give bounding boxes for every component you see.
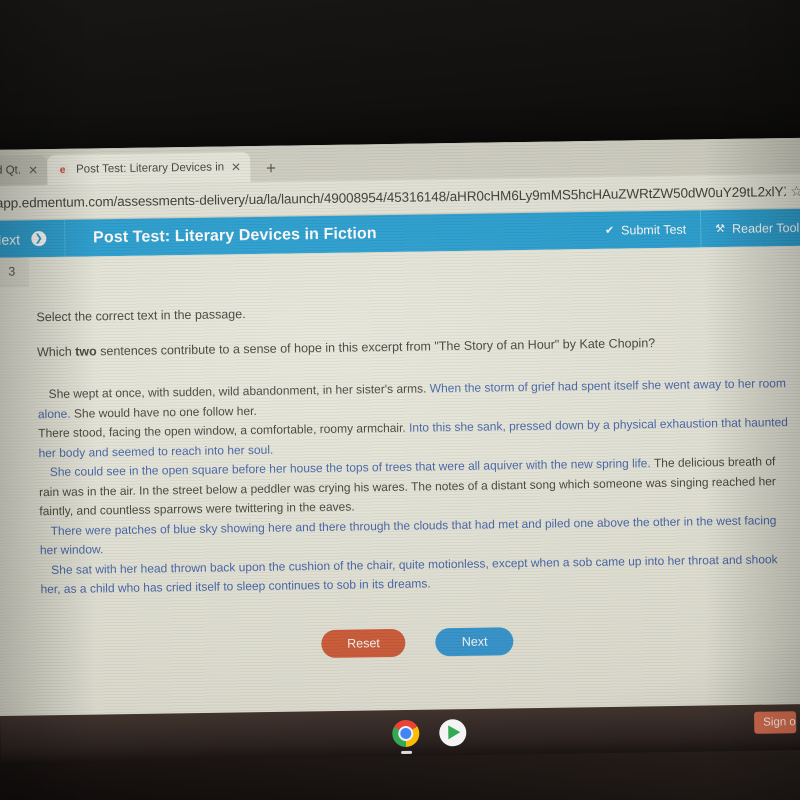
- reader-tool-label: Reader Tool: [731, 220, 800, 236]
- tab-title: Post Test: Literary Devices in Fict: [75, 161, 225, 176]
- shelf-app-icons: [392, 718, 467, 754]
- passage-plain-text: She wept at once, with sudden, wild aban…: [48, 381, 427, 402]
- question-number-badge: 3: [0, 257, 30, 287]
- chrome-icon[interactable]: [392, 719, 420, 754]
- reader-tool-button[interactable]: ⚒ Reader Tool: [699, 208, 800, 248]
- close-icon[interactable]: ✕: [28, 163, 38, 177]
- prompt-emphasis: two: [75, 344, 97, 359]
- browser-tab-inactive[interactable]: 2nd Qt. ✕: [0, 155, 48, 187]
- wrench-icon: ⚒: [715, 222, 726, 236]
- laptop-bezel-top: [0, 0, 800, 152]
- header-actions: ✔ Submit Test ⚒ Reader Tool: [591, 208, 800, 249]
- prompt-text-before: Which: [36, 344, 76, 360]
- submit-test-button[interactable]: ✔ Submit Test: [591, 210, 701, 249]
- question-prompt: Which two sentences contribute to a sens…: [37, 334, 789, 359]
- passage-plain-text: She would have no one follow her.: [70, 403, 257, 421]
- passage-text[interactable]: She wept at once, with sudden, wild aban…: [37, 374, 792, 600]
- browser-tab-active[interactable]: e Post Test: Literary Devices in Fict ✕: [46, 152, 251, 186]
- close-icon[interactable]: ✕: [231, 160, 241, 174]
- sign-out-button[interactable]: Sign out: [754, 711, 797, 734]
- app-running-indicator: [400, 750, 412, 754]
- passage-plain-text: There stood, facing the open window, a c…: [38, 420, 406, 441]
- chromebook-screen: 2nd Qt. ✕ e Post Test: Literary Devices …: [0, 137, 800, 718]
- question-instruction: Select the correct text in the passage.: [36, 307, 246, 325]
- bookmark-star-icon[interactable]: ☆: [786, 182, 800, 199]
- edmentum-favicon-icon: e: [55, 163, 70, 177]
- passage-selectable-sentence[interactable]: She sat with her head thrown back upon t…: [40, 552, 777, 596]
- header-next-label: Next: [0, 230, 21, 248]
- check-circle-icon: ✔: [604, 224, 615, 237]
- url-text[interactable]: 1.app.edmentum.com/assessments-delivery/…: [0, 184, 786, 211]
- next-button[interactable]: Next: [435, 626, 514, 657]
- question-content: Select the correct text in the passage. …: [0, 275, 800, 663]
- prompt-text-after: sentences contribute to a sense of hope …: [96, 336, 656, 359]
- play-store-icon[interactable]: [439, 718, 467, 746]
- reset-button[interactable]: Reset: [320, 628, 407, 659]
- photographed-screen: 2nd Qt. ✕ e Post Test: Literary Devices …: [0, 0, 800, 800]
- arrow-right-icon: ❯: [31, 231, 47, 247]
- action-buttons: Reset Next: [41, 623, 793, 663]
- submit-test-label: Submit Test: [621, 222, 687, 238]
- tab-title: 2nd Qt.: [0, 164, 22, 177]
- page-title: Post Test: Literary Devices in Fiction: [92, 224, 377, 246]
- assessment-page: 3 Select the correct text in the passage…: [0, 245, 800, 718]
- new-tab-button[interactable]: +: [266, 159, 276, 178]
- header-next-button[interactable]: Next ❯: [0, 219, 66, 258]
